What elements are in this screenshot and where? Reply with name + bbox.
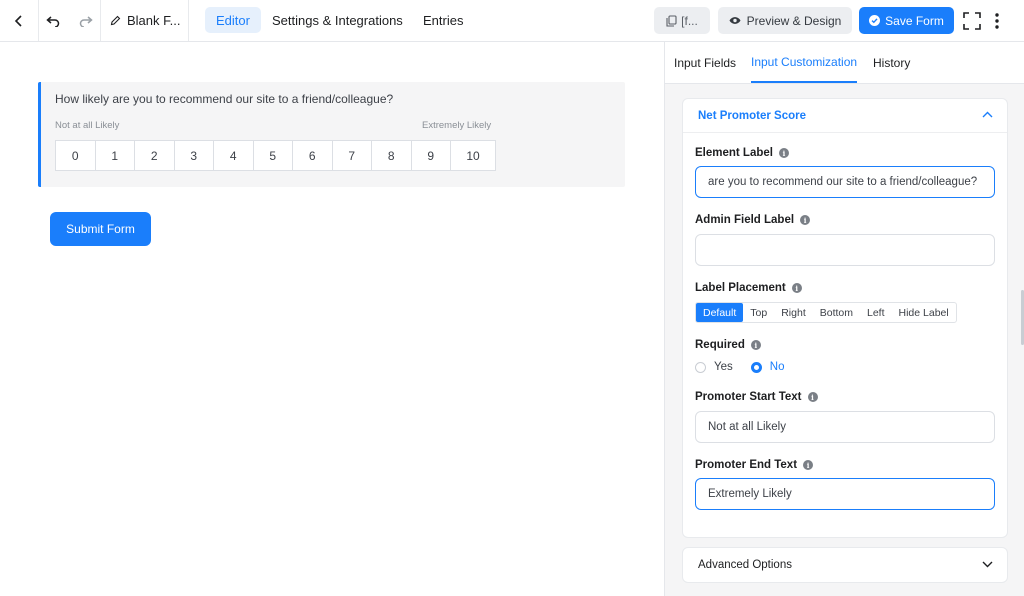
save-form-button[interactable]: Save Form (859, 7, 954, 34)
admin-label-text: Admin Field Label (695, 214, 795, 226)
element-label-heading: Element Label i (695, 147, 789, 159)
preview-design-button[interactable]: Preview & Design (718, 7, 852, 34)
panel-tabs: Input Fields Input Customization History (665, 42, 1024, 84)
label-placement-heading: Label Placement i (695, 282, 802, 294)
radio-selected-icon (750, 361, 762, 373)
promoter-start-input[interactable]: Not at all Likely (695, 411, 995, 443)
tab-entries[interactable]: Entries (412, 7, 474, 33)
chevron-up-icon (982, 111, 993, 118)
section-header[interactable]: Net Promoter Score (683, 99, 1007, 133)
form-name-button[interactable]: Blank F... (110, 0, 180, 41)
required-heading: Required i (695, 339, 761, 351)
advanced-options-toggle[interactable]: Advanced Options (682, 547, 1008, 583)
nps-option[interactable]: 3 (173, 140, 214, 171)
placement-default[interactable]: Default (696, 303, 744, 322)
pencil-icon (110, 15, 121, 26)
eye-icon (729, 17, 741, 24)
required-no-radio[interactable]: No (750, 361, 785, 373)
nps-option[interactable]: 8 (371, 140, 412, 171)
tab-editor[interactable]: Editor (205, 7, 261, 33)
form-name: Blank F... (127, 13, 181, 28)
label-placement-segmented: Default Top Right Bottom Left Hide Label (695, 302, 957, 323)
redo-icon (79, 15, 93, 27)
tab-history[interactable]: History (873, 42, 910, 83)
top-bar: Blank F... Editor Settings & Integration… (0, 0, 1024, 42)
promoter-start-heading: Promoter Start Text i (695, 391, 818, 403)
more-menu-button[interactable] (988, 0, 1006, 41)
chevron-down-icon (982, 561, 993, 568)
admin-field-label-input[interactable] (695, 234, 995, 266)
required-yes-radio[interactable]: Yes (695, 361, 733, 373)
nps-scale: 0 1 2 3 4 5 6 7 8 9 10 (55, 140, 496, 171)
nps-option[interactable]: 5 (252, 140, 293, 171)
admin-label-heading: Admin Field Label i (695, 214, 811, 226)
nps-option[interactable]: 7 (331, 140, 372, 171)
promoter-start-text: Promoter Start Text (695, 391, 802, 403)
advanced-options-label: Advanced Options (698, 559, 792, 571)
tab-input-customization[interactable]: Input Customization (751, 42, 858, 83)
info-icon[interactable]: i (807, 392, 818, 402)
placement-right[interactable]: Right (774, 303, 813, 322)
fullscreen-button[interactable] (960, 0, 984, 41)
promoter-end-input[interactable]: Extremely Likely (695, 478, 995, 510)
save-label: Save Form (885, 13, 944, 28)
placement-hide-label[interactable]: Hide Label (892, 303, 956, 322)
preview-label: Preview & Design (746, 13, 842, 28)
element-label-input[interactable]: are you to recommend our site to a frien… (695, 166, 995, 198)
nps-option[interactable]: 6 (292, 140, 333, 171)
tab-settings-integrations[interactable]: Settings & Integrations (261, 7, 414, 33)
radio-icon (695, 361, 706, 373)
undo-button[interactable] (40, 0, 66, 41)
nps-start-text: Not at all Likely (55, 120, 120, 131)
submit-form-button[interactable]: Submit Form (50, 212, 151, 246)
promoter-end-heading: Promoter End Text i (695, 459, 814, 471)
tab-input-fields[interactable]: Input Fields (674, 42, 736, 83)
required-radio-group: Yes No (695, 361, 784, 373)
label-placement-text: Label Placement (695, 282, 786, 294)
vertical-dots-icon (995, 12, 999, 29)
shortcode-label: [f... (681, 13, 698, 28)
section-title: Net Promoter Score (698, 109, 807, 122)
placement-bottom[interactable]: Bottom (813, 303, 860, 322)
placement-top[interactable]: Top (743, 303, 774, 322)
nps-field-card[interactable]: How likely are you to recommend our site… (38, 82, 625, 187)
info-icon[interactable]: i (791, 283, 802, 293)
nps-option[interactable]: 0 (55, 140, 96, 171)
info-icon[interactable]: i (800, 215, 811, 225)
net-promoter-settings-card: Net Promoter Score Element Label i are y… (682, 98, 1008, 538)
info-icon[interactable]: i (750, 340, 761, 350)
nps-question: How likely are you to recommend our site… (55, 92, 394, 106)
placement-left[interactable]: Left (860, 303, 892, 322)
element-label-text: Element Label (695, 147, 773, 159)
form-editor-canvas: How likely are you to recommend our site… (0, 42, 665, 596)
back-button[interactable] (0, 0, 38, 41)
radio-label: No (769, 361, 785, 373)
chevron-left-icon (14, 14, 22, 27)
nps-end-text: Extremely Likely (422, 120, 492, 131)
info-icon[interactable]: i (778, 148, 789, 158)
undo-icon (46, 15, 60, 27)
fullscreen-icon (963, 11, 981, 30)
settings-panel: Input Fields Input Customization History… (665, 42, 1024, 596)
redo-button[interactable] (73, 0, 99, 41)
copy-icon (666, 14, 677, 27)
nps-option[interactable]: 2 (134, 140, 175, 171)
nps-option[interactable]: 1 (94, 140, 135, 171)
radio-label: Yes (714, 361, 733, 373)
info-icon[interactable]: i (803, 460, 814, 470)
nps-option[interactable]: 9 (410, 140, 451, 171)
required-text: Required (695, 339, 745, 351)
promoter-end-text: Promoter End Text (695, 459, 798, 471)
check-circle-icon (869, 15, 881, 26)
nps-option[interactable]: 10 (450, 140, 496, 171)
nps-option[interactable]: 4 (213, 140, 254, 171)
shortcode-button[interactable]: [f... (654, 7, 710, 34)
